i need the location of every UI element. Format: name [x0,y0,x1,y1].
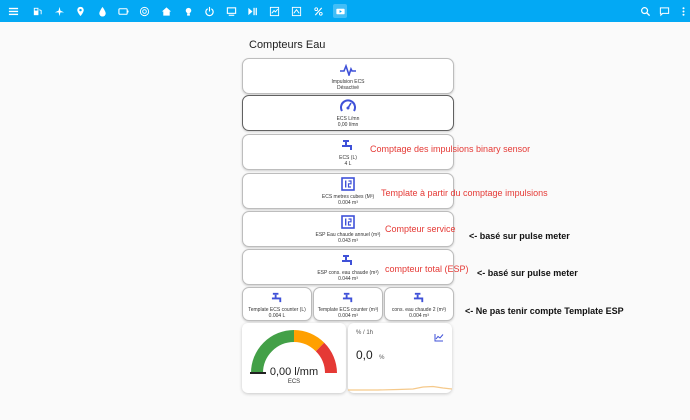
card-state: 0.004 m³ [338,200,358,206]
sensor-graph-card[interactable]: % / 1h 0,0 % [348,323,452,393]
card-state: 0.004 m³ [409,313,429,319]
entity-card-template-ecs-counter-l[interactable]: Template ECS counter (L) 0.004 L [242,287,312,321]
note-template-comptage: Template à partir du comptage impulsions [381,188,548,198]
search-icon[interactable] [638,4,652,18]
faucet-icon [314,291,382,304]
note-compteur-total: compteur total (ESP) [385,264,469,274]
faucet-icon [243,291,311,304]
faucet-icon [385,291,453,304]
top-toolbar [0,0,690,22]
note-pulse-meter-1: <- basé sur pulse meter [469,231,570,241]
menu-icon[interactable] [6,4,20,18]
airplane-icon[interactable] [52,4,66,18]
card-state: 0.004 L [268,313,286,319]
video-icon[interactable] [333,4,347,18]
battery-icon[interactable] [116,4,130,18]
card-state: 0.043 m³ [338,238,358,244]
graph-title: % / 1h [356,330,374,336]
map-marker-icon[interactable] [73,4,87,18]
graph-value: 0,0 [356,348,373,362]
light-icon[interactable] [181,4,195,18]
page-title: Compteurs Eau [249,39,326,51]
gauge-name: ECS [287,379,301,385]
pulse-icon [243,64,453,76]
card-state: 0,00 l/mn [337,122,359,128]
graph-line [348,385,452,391]
note-compteur-service: Compteur service [385,224,456,234]
chat-icon[interactable] [657,4,671,18]
graph-unit: % [379,355,385,361]
radar-icon[interactable] [137,4,151,18]
entity-card-cons-eau-chaude-2[interactable]: cons. eau chaude 2 (m³) 0.004 m³ [384,287,454,321]
entity-card-template-ecs-counter-m3[interactable]: Template ECS counter (m³) 0.004 m³ [313,287,383,321]
gauge-card[interactable]: 0,00 l/mm ECS [242,323,346,393]
play-pause-icon[interactable] [245,4,259,18]
entity-card-ecs-lmn[interactable]: ECS L/mn 0,00 l/mn [242,95,454,131]
note-pulse-meter-2: <- basé sur pulse meter [477,268,578,278]
fuel-pump-icon[interactable] [30,4,44,18]
note-comptage-impulsions: Comptage des impulsions binary sensor [370,144,531,154]
monitor-icon[interactable] [224,4,238,18]
note-template-esp: <- Ne pas tenir compte Template ESP [465,306,624,316]
more-icon[interactable] [676,4,690,18]
chart-line-icon [434,329,444,347]
card-state: 0.004 m³ [338,313,358,319]
card-state: 4 L [344,161,352,167]
chart-upload-icon[interactable] [289,4,303,18]
power-icon[interactable] [202,4,216,18]
speedometer-icon [243,99,453,113]
percent-icon[interactable] [311,4,325,18]
gauge-value: 0,00 l/mm [269,366,319,378]
card-state: 0.044 m³ [338,276,358,282]
water-drop-icon[interactable] [95,4,109,18]
home-icon[interactable] [159,4,173,18]
graph-reading: 0,0 % [356,346,384,364]
entity-card-impulsion-ecs[interactable]: Impulsion ECS Désactivé [242,58,454,94]
card-state: Désactivé [337,85,359,91]
chart-edit-icon[interactable] [267,4,281,18]
